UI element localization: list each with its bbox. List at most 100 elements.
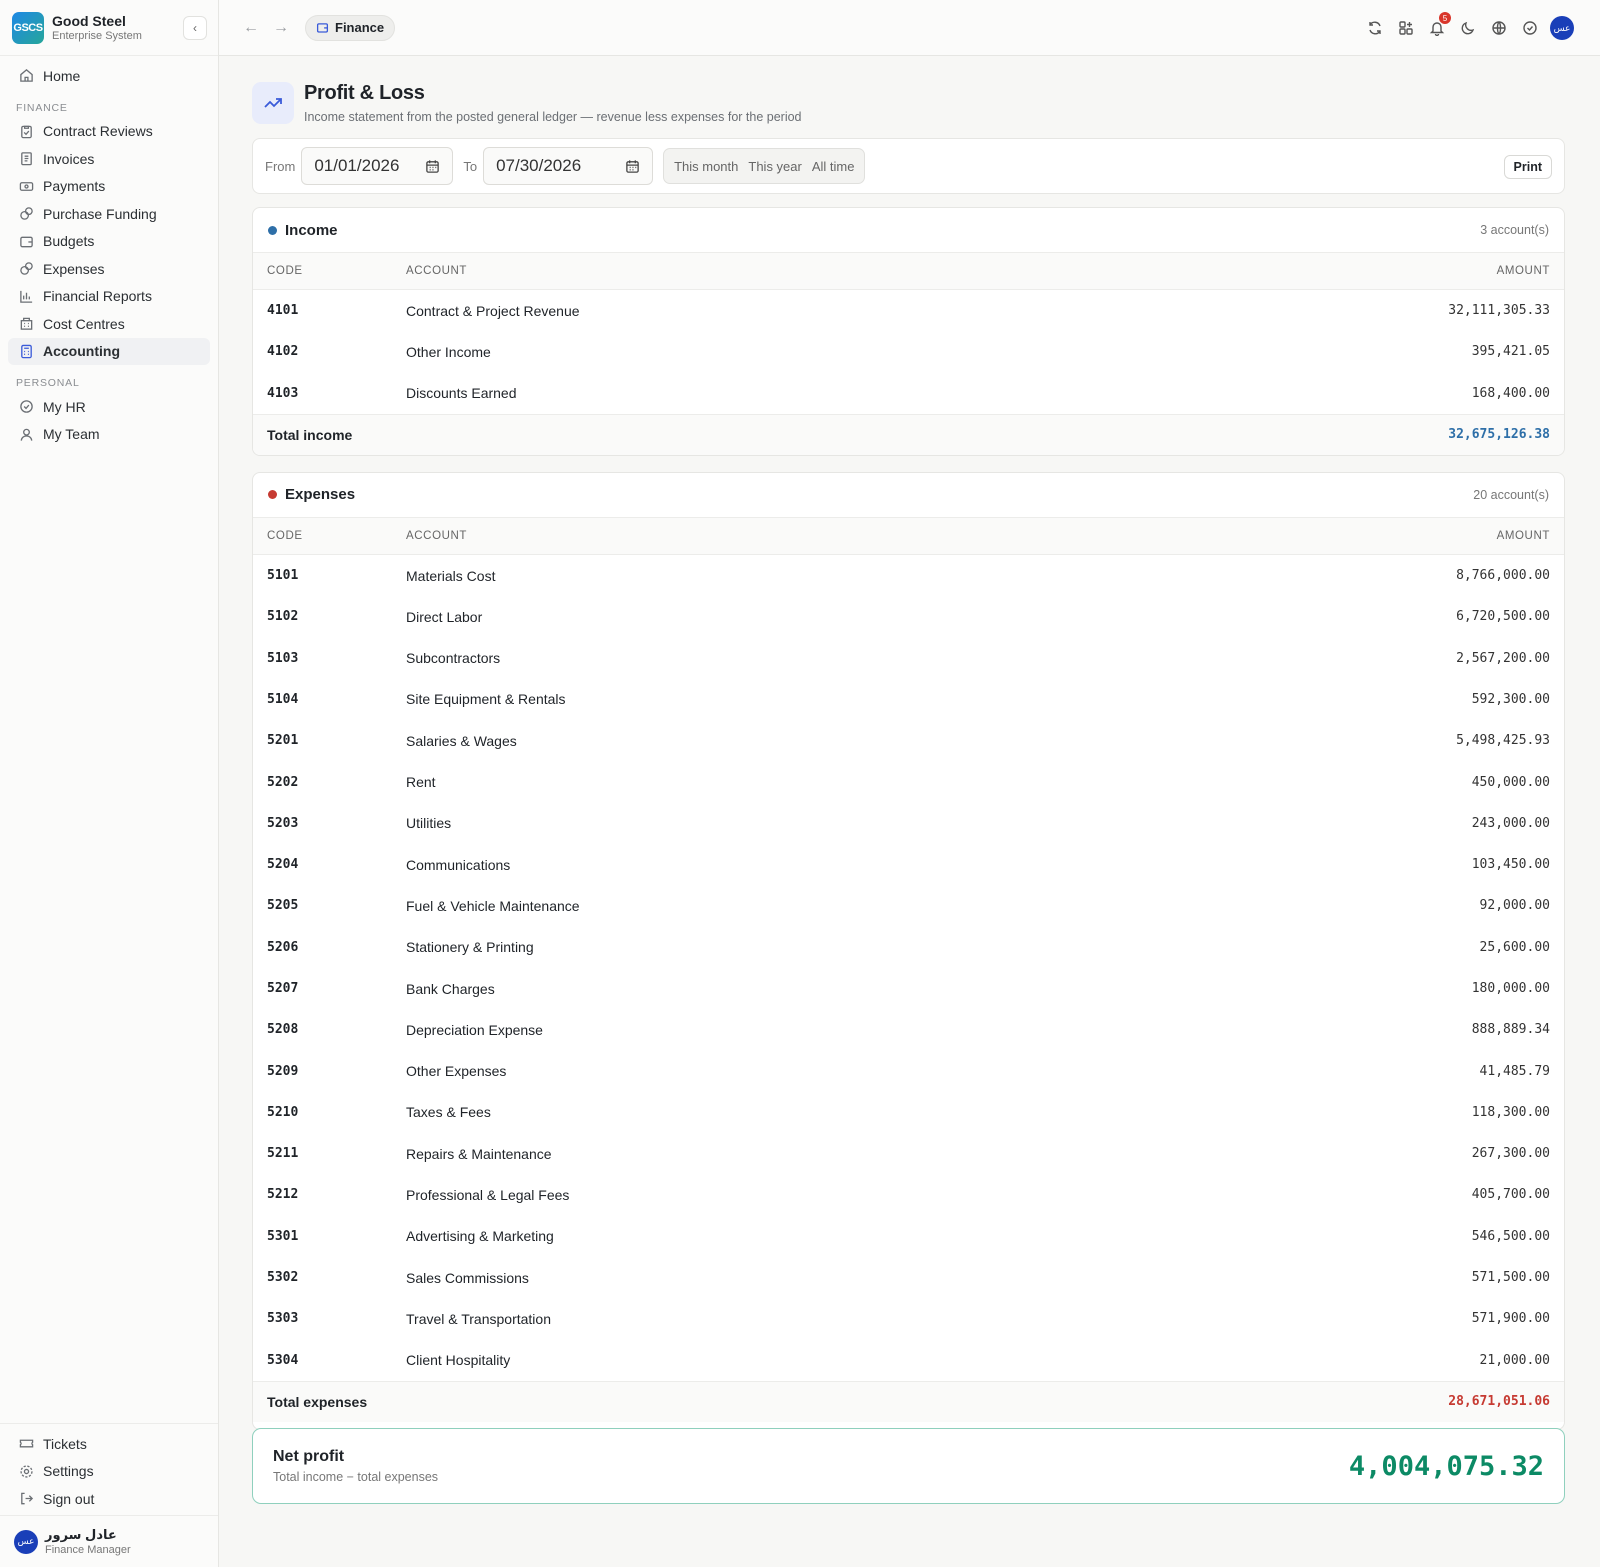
calendar-icon[interactable]: [425, 159, 440, 174]
account-amount: 571,500.00: [1471, 1270, 1550, 1286]
expenses-scroll[interactable]: 5101 Materials Cost 8,766,000.00 5102 Direct…: [253, 555, 1564, 1429]
account-name: Rent: [406, 774, 436, 791]
net-profit-subtitle: Total income − total expenses: [273, 1470, 439, 1484]
account-name: Direct Labor: [406, 608, 483, 625]
sidebar-item-label: Invoices: [43, 150, 95, 167]
sidebar-item-tickets[interactable]: Tickets: [8, 1430, 210, 1457]
table-row[interactable]: 5212 Professional & Legal Fees 405,700.00: [253, 1174, 1564, 1215]
avatar[interactable]: عس: [1550, 16, 1574, 40]
check-circle-icon[interactable]: [1518, 16, 1542, 40]
sidebar-item-settings[interactable]: Settings: [8, 1458, 210, 1485]
sidebar-bottom: Tickets Settings Sign out: [0, 1423, 218, 1519]
account-name: Subcontractors: [406, 650, 501, 667]
table-row[interactable]: 5104 Site Equipment & Rentals 592,300.00: [253, 679, 1564, 720]
col-code[interactable]: CODE: [267, 265, 406, 277]
col-amount[interactable]: AMOUNT: [1350, 530, 1550, 542]
table-row[interactable]: 5303 Travel & Transportation 571,900.00: [253, 1298, 1564, 1339]
table-row[interactable]: 4101 Contract & Project Revenue 32,111,3…: [253, 290, 1564, 331]
table-row[interactable]: 5207 Bank Charges 180,000.00: [253, 968, 1564, 1009]
net-profit-title: Net profit: [273, 1448, 345, 1465]
from-date-input[interactable]: 01/01/2026: [301, 147, 454, 185]
table-row[interactable]: 5204 Communications 103,450.00: [253, 844, 1564, 885]
calendar-icon[interactable]: [625, 159, 640, 174]
wallet-icon: [18, 233, 34, 249]
account-code: 5103: [267, 650, 299, 666]
table-row[interactable]: 5102 Direct Labor 6,720,500.00: [253, 596, 1564, 637]
sidebar-item-sign-out[interactable]: Sign out: [8, 1485, 210, 1512]
col-code[interactable]: CODE: [267, 530, 406, 542]
sidebar-item-invoices[interactable]: Invoices: [8, 145, 210, 172]
home-icon: [18, 68, 34, 84]
brand-name: Good Steel: [52, 13, 126, 29]
back-arrow-icon[interactable]: ←: [243, 19, 259, 37]
table-row[interactable]: 4102 Other Income 395,421.05: [253, 331, 1564, 372]
to-date-input[interactable]: 07/30/2026: [483, 147, 654, 185]
table-row[interactable]: 5304 Client Hospitality 21,000.00: [253, 1340, 1564, 1381]
expenses-count: 20 account(s): [1473, 487, 1549, 502]
sidebar-item-payments[interactable]: Payments: [8, 173, 210, 200]
module-chip[interactable]: Finance: [305, 14, 396, 41]
account-name: Depreciation Expense: [406, 1021, 543, 1038]
sidebar-item-financial-reports[interactable]: Financial Reports: [8, 283, 210, 310]
sidebar-item-cost-centres[interactable]: Cost Centres: [8, 310, 210, 337]
sidebar-item-budgets[interactable]: Budgets: [8, 228, 210, 255]
refresh-icon[interactable]: [1363, 16, 1387, 40]
preset-this-year[interactable]: This year: [748, 159, 801, 174]
table-row[interactable]: 5301 Advertising & Marketing 546,500.00: [253, 1216, 1564, 1257]
apps-icon[interactable]: [1394, 16, 1418, 40]
account-amount: 592,300.00: [1471, 691, 1550, 707]
table-row[interactable]: 5202 Rent 450,000.00: [253, 761, 1564, 802]
table-row[interactable]: 5302 Sales Commissions 571,500.00: [253, 1257, 1564, 1298]
page-title: Profit & Loss: [304, 82, 425, 104]
account-name: Travel & Transportation: [406, 1310, 551, 1327]
col-amount[interactable]: AMOUNT: [1350, 265, 1550, 277]
account-name: Site Equipment & Rentals: [406, 691, 566, 708]
brand-logo[interactable]: GSCS: [12, 11, 44, 44]
account-amount: 32,111,305.33: [1448, 303, 1550, 319]
module-chip-label: Finance: [335, 20, 385, 35]
sidebar-item-expenses[interactable]: Expenses: [8, 255, 210, 282]
col-account[interactable]: ACCOUNT: [406, 265, 1350, 277]
preset-this-month[interactable]: This month: [674, 159, 738, 174]
forward-arrow-icon[interactable]: →: [273, 19, 289, 37]
page-subtitle: Income statement from the posted general…: [304, 110, 802, 124]
table-row[interactable]: 5209 Other Expenses 41,485.79: [253, 1050, 1564, 1091]
account-name: Other Expenses: [406, 1063, 507, 1080]
table-row[interactable]: 5205 Fuel & Vehicle Maintenance 92,000.00: [253, 885, 1564, 926]
globe-icon[interactable]: [1487, 16, 1511, 40]
table-row[interactable]: 5206 Stationery & Printing 25,600.00: [253, 927, 1564, 968]
user-name: عادل سرور: [45, 1527, 117, 1542]
invoice-icon: [18, 151, 34, 167]
collapse-sidebar-button[interactable]: ‹: [183, 16, 207, 40]
sidebar-item-accounting[interactable]: Accounting: [8, 337, 210, 365]
user-icon: [18, 426, 34, 442]
account-code: 5204: [267, 857, 299, 873]
wallet-icon: [316, 21, 329, 34]
bell-icon[interactable]: 5: [1425, 12, 1451, 40]
account-code: 5207: [267, 981, 299, 996]
preset-all-time[interactable]: All time: [812, 159, 855, 174]
account-amount: 92,000.00: [1479, 898, 1550, 914]
table-row[interactable]: 5101 Materials Cost 8,766,000.00: [253, 555, 1564, 596]
col-account[interactable]: ACCOUNT: [406, 530, 1350, 542]
account-name: Professional & Legal Fees: [406, 1186, 570, 1203]
table-row[interactable]: 5208 Depreciation Expense 888,889.34: [253, 1009, 1564, 1050]
sidebar-item-my-hr[interactable]: My HR: [8, 393, 210, 420]
table-row[interactable]: 5201 Salaries & Wages 5,498,425.93: [253, 720, 1564, 761]
sidebar-item-home[interactable]: Home: [8, 62, 210, 89]
table-row[interactable]: 4103 Discounts Earned 168,400.00: [253, 373, 1564, 414]
print-button[interactable]: Print: [1503, 155, 1552, 179]
table-row[interactable]: 5203 Utilities 243,000.00: [253, 803, 1564, 844]
check-circle-icon: [18, 399, 34, 415]
account-amount: 888,889.34: [1471, 1022, 1550, 1038]
expenses-table-header: CODE ACCOUNT AMOUNT: [253, 517, 1564, 555]
coins-icon: [18, 261, 34, 277]
sidebar-item-my-team[interactable]: My Team: [8, 421, 210, 448]
table-row[interactable]: 5103 Subcontractors 2,567,200.00: [253, 637, 1564, 678]
table-row[interactable]: 5211 Repairs & Maintenance 267,300.00: [253, 1133, 1564, 1174]
table-row[interactable]: 5210 Taxes & Fees 118,300.00: [253, 1092, 1564, 1133]
user-profile[interactable]: عس عادل سرور Finance Manager: [0, 1515, 218, 1567]
sidebar-item-contract-reviews[interactable]: Contract Reviews: [8, 118, 210, 145]
moon-icon[interactable]: [1456, 16, 1480, 40]
sidebar-item-purchase-funding[interactable]: Purchase Funding: [8, 200, 210, 227]
